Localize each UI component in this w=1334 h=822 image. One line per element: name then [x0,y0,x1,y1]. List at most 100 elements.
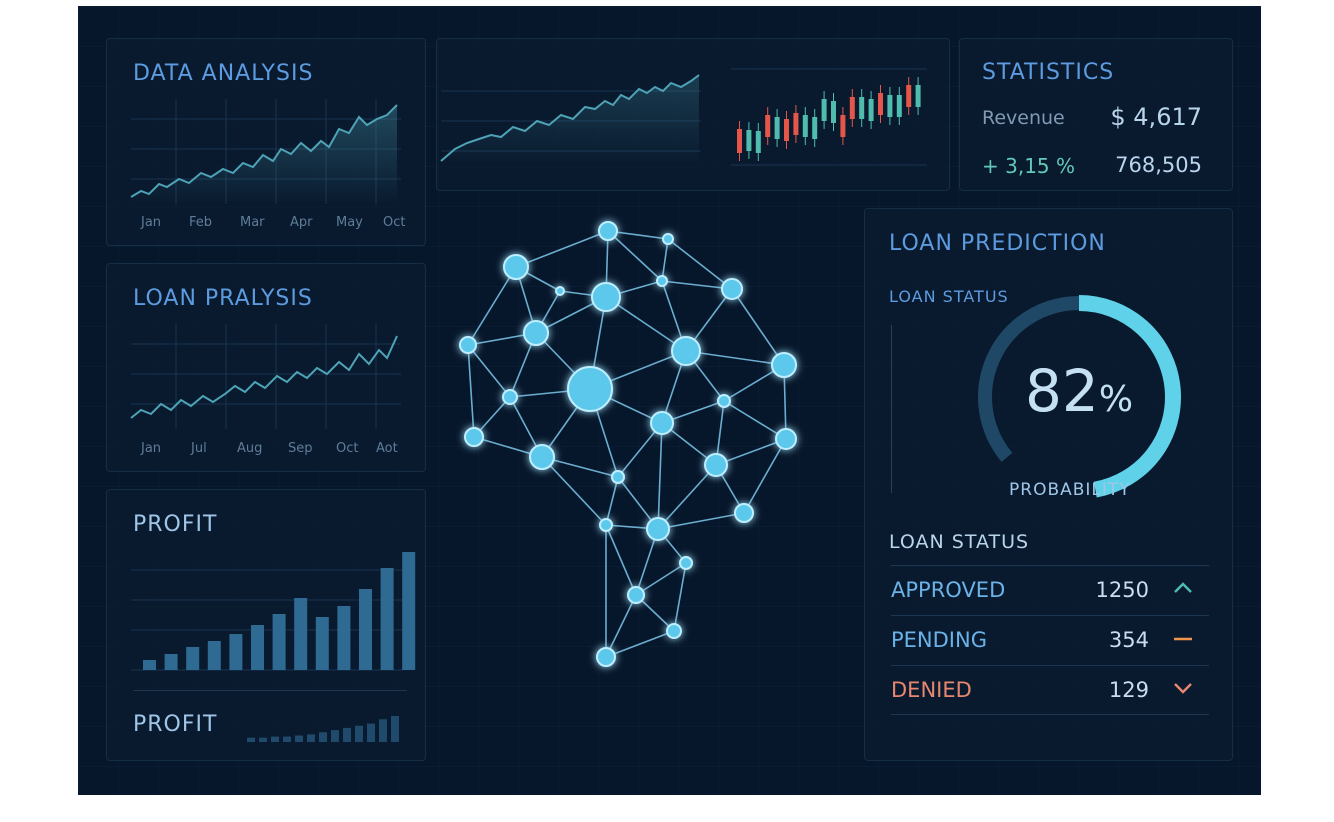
network-node [721,278,743,300]
candle-body [802,115,808,137]
statistics-title: STATISTICS [982,60,1115,85]
network-node [598,221,618,241]
network-node [596,647,616,667]
network-edge [657,422,663,530]
network-node [666,623,682,639]
network-node [599,518,613,532]
profit-title: PROFIT [133,512,218,537]
network-node [775,428,797,450]
profit-bar [251,625,264,670]
gauge-value: 82% [1025,357,1133,425]
candle-body [821,99,827,121]
dashboard: DATA ANALYSIS Jan Feb Mar Apr May Oct ST… [78,6,1261,795]
network-node [523,320,549,346]
network-edge [743,438,787,514]
profit-mini-bar-chart [247,716,399,742]
candle-body [774,117,780,139]
revenue-label: Revenue [982,107,1065,129]
chevron-down-icon [1174,683,1192,694]
trend-line-chart [440,74,701,165]
candlestick-chart [731,68,927,166]
network-node [529,444,555,470]
profit-mini-bar [283,736,291,742]
candle-body [859,97,865,119]
profit-bar [143,660,156,670]
profit-mini-bar [343,727,351,742]
profit-mini-bar [355,725,363,742]
gauge-unit: % [1098,379,1134,420]
network-node [567,366,613,412]
network-node [627,586,645,604]
network-node [464,427,484,447]
profit-mini-bar [307,734,315,742]
profit-mini-bar [379,719,387,742]
network-node [459,336,477,354]
candle-body [737,129,742,153]
candle-body [840,115,846,137]
axis-month: Jan [141,441,162,456]
profit-mini-bar [247,737,255,742]
data-analysis-line-chart [130,99,401,204]
loan-analysis-panel: LOAN PRALYSIS Jan Jul Aug Sep Oct Aot [106,263,426,472]
profit-mini-bar [367,723,375,742]
candle-body [906,85,912,107]
loan-analysis-title: LOAN PRALYSIS [133,286,313,311]
axis-month: Apr [290,215,313,230]
axis-month: Mar [240,215,265,230]
network-edge [673,562,687,632]
profit-mini-bar [319,732,327,742]
network-edge [731,288,785,366]
network-edge [607,230,663,282]
status-row-pending[interactable]: PENDING 354 [891,615,1209,665]
loan-analysis-line-chart [130,324,401,429]
network-node [734,503,754,523]
loan-status-title: LOAN STATUS [889,531,1030,553]
status-row-denied[interactable]: DENIED 129 [891,665,1209,715]
network-edge [605,524,637,596]
profit-bar-chart [131,552,416,671]
network-node [503,254,529,280]
network-node [662,233,674,245]
status-label: DENIED [891,678,972,702]
profit-mini-bar [331,730,339,742]
candle-body [915,85,921,107]
candle-body [784,119,789,141]
network-node [591,282,621,312]
profit-footer-title: PROFIT [133,712,218,737]
axis-month: Sep [288,441,313,456]
profit-mini-bar [391,716,399,742]
axis-month: Jul [191,441,207,456]
status-label: APPROVED [891,578,1006,602]
candle-body [896,95,902,117]
profit-divider [133,690,407,691]
profit-bar [402,552,416,670]
profit-bar [207,641,221,670]
profit-bar [229,634,243,670]
axis-month: Oct [336,441,359,456]
profit-mini-bar [259,737,267,742]
profit-bar [186,647,200,670]
network-edge [661,238,669,282]
status-row-approved[interactable]: APPROVED 1250 [891,565,1209,615]
profit-bar [337,606,351,670]
profit-mini-bar [271,736,279,742]
network-node [671,336,701,366]
statistics-panel: STATISTICS Revenue $ 4,617 + 3,15 % 768,… [959,38,1233,191]
neural-network-graph [459,221,797,667]
status-count: 129 [1108,678,1149,702]
network-node [656,275,668,287]
revenue-value: $ 4,617 [1110,103,1202,131]
candle-body [868,99,874,121]
chevron-up-icon [1174,582,1192,593]
network-node [717,394,731,408]
gauge-caption: PROBABILITY [1009,480,1131,500]
network-node [611,470,625,484]
axis-month: Feb [189,215,213,230]
profit-bar [294,598,308,670]
axis-month: Aug [237,441,263,456]
network-edge [467,344,475,438]
network-node [704,453,728,477]
network-edge [467,266,517,346]
candle-body [746,130,752,151]
status-count: 354 [1108,628,1149,652]
